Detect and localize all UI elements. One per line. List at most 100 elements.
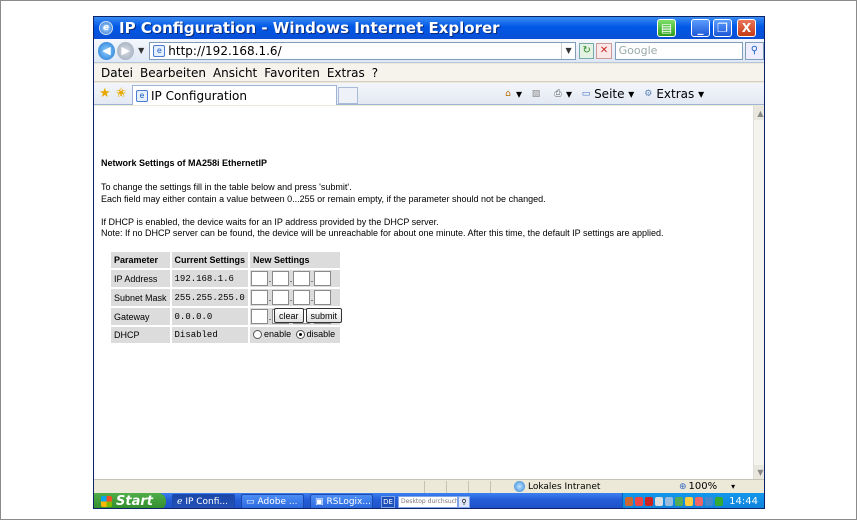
param-label: DHCP	[111, 327, 170, 343]
form-buttons: clear submit	[274, 308, 344, 323]
address-dropdown-icon[interactable]: ▼	[561, 42, 575, 59]
mask-octet-1-input[interactable]	[251, 290, 269, 305]
zoom-magnifier-icon: ⊕	[679, 481, 687, 492]
radio-circle	[253, 329, 263, 339]
scroll-down-icon[interactable]: ▼	[754, 465, 764, 479]
search-input[interactable]: Google	[614, 41, 743, 60]
ip-octet-4-input[interactable]	[314, 271, 332, 286]
current-value: 192.168.1.6	[171, 270, 249, 287]
forward-button[interactable]: ▶	[117, 41, 135, 60]
param-label: IP Address	[111, 270, 170, 287]
vertical-scrollbar[interactable]: ▲ ▼	[753, 106, 764, 479]
start-button[interactable]: Start	[94, 493, 166, 508]
maximize-button[interactable]: ❐	[713, 19, 732, 37]
mask-octet-2-input[interactable]	[272, 290, 290, 305]
desktop-search-input[interactable]: Desktop durchsuche	[398, 495, 458, 508]
refresh-button[interactable]: ↻	[579, 42, 595, 59]
command-bar: ⌂ ▾ ▧ ⎙ ▾ ▭ Seite ▾ ⚙ Extras ▾	[502, 85, 712, 103]
address-bar[interactable]: e http://192.168.1.6/ ▼	[149, 41, 577, 60]
column-header: Current Settings	[171, 252, 249, 268]
tray-icon[interactable]	[675, 497, 684, 506]
home-button[interactable]: ⌂ ▾	[502, 87, 522, 101]
minimize-button[interactable]: _	[691, 19, 710, 37]
menu-help[interactable]: ?	[372, 66, 378, 80]
scroll-up-icon[interactable]: ▲	[754, 106, 764, 120]
search-icon[interactable]: ⚲	[458, 495, 470, 508]
printer-tray-icon[interactable]: ▤	[657, 19, 676, 37]
tray-icon[interactable]	[665, 497, 674, 506]
param-label: Gateway	[111, 308, 170, 325]
table-row: Subnet Mask 255.255.255.0 ...	[111, 289, 341, 306]
taskbar: Start ℯ IP Confi... ▭ Adobe ... ▣ RSLogix..…	[94, 493, 764, 508]
page-content: Network Settings of MA258i EthernetIP To…	[94, 106, 753, 479]
print-button[interactable]: ⎙ ▾	[552, 87, 572, 101]
language-indicator[interactable]: DE	[381, 495, 395, 508]
tray-icon[interactable]	[685, 497, 694, 506]
stop-button[interactable]: ✕	[596, 42, 612, 59]
radio-circle-selected	[295, 329, 305, 339]
taskbar-item-ie[interactable]: ℯ IP Confi...	[172, 494, 235, 508]
back-button[interactable]: ◀	[98, 41, 116, 60]
tools-menu-button[interactable]: ⚙ Extras ▾	[642, 87, 704, 101]
status-divider	[446, 480, 468, 493]
feeds-button[interactable]: ▧	[530, 88, 544, 100]
dhcp-disable-radio[interactable]: disable	[295, 329, 335, 339]
ie-logo-icon: e	[99, 21, 113, 35]
tray-icon[interactable]	[695, 497, 704, 506]
menu-bearbeiten[interactable]: Bearbeiten	[140, 66, 206, 80]
search-icon[interactable]: ⚲	[744, 41, 764, 60]
title-bar[interactable]: e IP Configuration - Windows Internet Ex…	[94, 17, 764, 39]
menu-ansicht[interactable]: Ansicht	[213, 66, 257, 80]
ip-octet-1-input[interactable]	[251, 271, 269, 286]
tray-icon[interactable]	[645, 497, 654, 506]
current-value: 0.0.0.0	[171, 308, 249, 325]
dhcp-note: Note: If no DHCP server can be found, th…	[101, 228, 664, 238]
settings-table: Parameter Current Settings New Settings …	[109, 250, 342, 345]
taskbar-item-rslogix[interactable]: ▣ RSLogix...	[310, 494, 373, 508]
taskbar-item-adobe[interactable]: ▭ Adobe ...	[241, 494, 304, 508]
tab-ip-configuration[interactable]: e IP Configuration	[132, 85, 337, 105]
screenshot-frame: e IP Configuration - Windows Internet Ex…	[0, 0, 857, 520]
page-title: Network Settings of MA258i EthernetIP	[101, 158, 268, 168]
zoom-dropdown-icon: ▾	[731, 482, 736, 491]
rss-icon: ▧	[531, 89, 541, 99]
clock[interactable]: 14:44	[729, 496, 758, 507]
add-favorite-icon[interactable]: ✬	[116, 86, 127, 101]
menu-extras[interactable]: Extras	[327, 66, 365, 80]
ip-octet-3-input[interactable]	[293, 271, 311, 286]
column-header: Parameter	[111, 252, 170, 268]
tray-icon[interactable]	[655, 497, 664, 506]
page-menu-button[interactable]: ▭ Seite ▾	[580, 87, 635, 101]
favorites-star-icon[interactable]: ★	[99, 86, 111, 101]
status-bar: Lokales Intranet ⊕ 100% ▾	[94, 479, 764, 493]
menu-datei[interactable]: Datei	[101, 66, 133, 80]
adobe-icon: ▭	[246, 496, 255, 507]
ip-octet-2-input[interactable]	[272, 271, 290, 286]
tab-row: ★ ✬ e IP Configuration ⌂ ▾ ▧ ⎙ ▾ ▭ Seite ▾ …	[94, 83, 764, 105]
param-label: Subnet Mask	[111, 289, 170, 306]
table-row: DHCP Disabled enable disable	[111, 327, 341, 343]
tray-icon[interactable]	[635, 497, 644, 506]
address-toolbar: ◀ ▶ ▼ e http://192.168.1.6/ ▼ ↻ ✕ Google…	[94, 39, 764, 63]
ie-icon: ℯ	[177, 496, 183, 507]
dhcp-enable-radio[interactable]: enable	[253, 329, 291, 339]
recent-pages-dropdown[interactable]: ▼	[138, 46, 144, 55]
menu-favoriten[interactable]: Favoriten	[264, 66, 320, 80]
close-button[interactable]: X	[737, 19, 756, 37]
globe-icon	[514, 481, 525, 492]
tray-icon[interactable]	[705, 497, 714, 506]
clear-button[interactable]: clear	[274, 308, 304, 323]
new-tab-button[interactable]	[338, 87, 358, 104]
gw-octet-1-input[interactable]	[251, 309, 269, 324]
column-header: New Settings	[250, 252, 341, 268]
mask-octet-3-input[interactable]	[293, 290, 311, 305]
instruction-text: To change the settings fill in the table…	[101, 182, 352, 192]
security-zone[interactable]: Lokales Intranet	[514, 481, 600, 492]
tray-icon[interactable]	[625, 497, 634, 506]
address-input[interactable]: http://192.168.1.6/	[168, 44, 561, 58]
mask-octet-4-input[interactable]	[314, 290, 332, 305]
current-value: Disabled	[171, 327, 249, 343]
tray-icon[interactable]	[715, 497, 724, 506]
zoom-control[interactable]: ⊕ 100% ▾	[679, 481, 735, 492]
submit-button[interactable]: submit	[305, 308, 343, 323]
